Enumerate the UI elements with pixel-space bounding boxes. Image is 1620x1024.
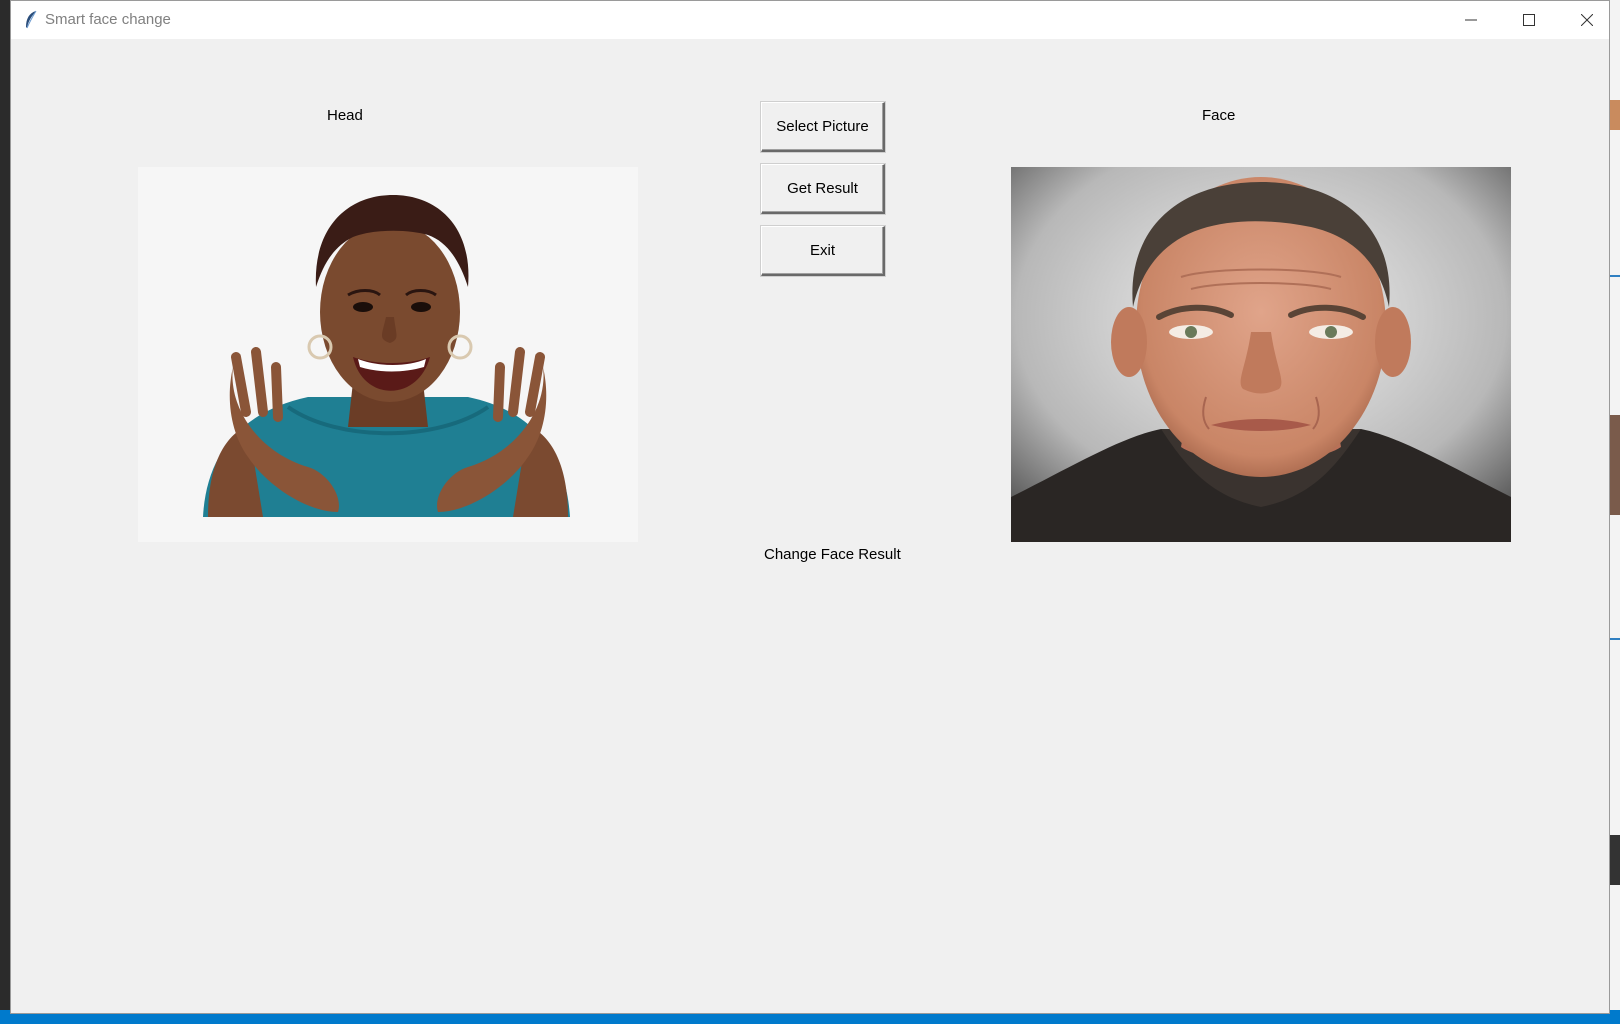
desktop: Smart face change Head Face Select Pictu… <box>0 0 1620 1024</box>
get-result-button[interactable]: Get Result <box>761 164 885 214</box>
head-label: Head <box>327 107 363 124</box>
title-bar[interactable]: Smart face change <box>11 1 1609 39</box>
feather-icon <box>23 10 39 30</box>
minimize-button[interactable] <box>1442 1 1500 39</box>
app-window: Smart face change Head Face Select Pictu… <box>10 0 1610 1014</box>
close-button[interactable] <box>1558 1 1616 39</box>
maximize-button[interactable] <box>1500 1 1558 39</box>
background-editor-strip <box>0 0 10 1024</box>
maximize-icon <box>1523 14 1535 26</box>
face-label: Face <box>1202 107 1236 124</box>
face-image <box>1011 167 1511 542</box>
minimize-icon <box>1465 14 1477 26</box>
select-picture-button[interactable]: Select Picture <box>761 102 885 152</box>
head-image <box>138 167 638 542</box>
change-face-result-label: Change Face Result <box>764 546 901 563</box>
window-title: Smart face change <box>45 11 171 28</box>
close-icon <box>1581 14 1593 26</box>
exit-button[interactable]: Exit <box>761 226 885 276</box>
